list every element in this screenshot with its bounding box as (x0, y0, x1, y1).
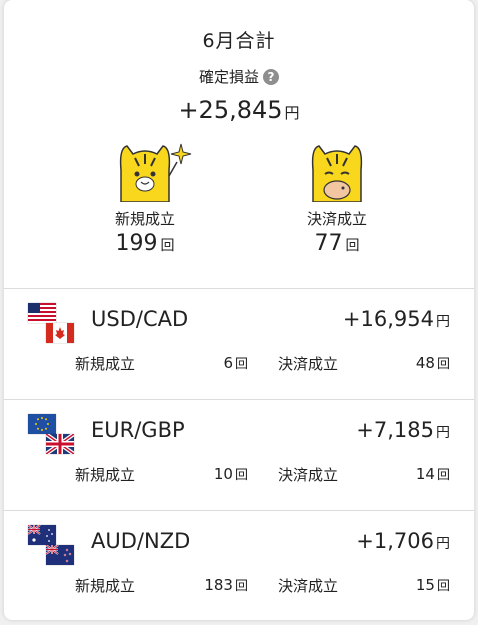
pair-profit: +16,954 円 (343, 307, 450, 331)
currency-unit: 円 (436, 314, 450, 330)
new-orders-label: 新規成立 (75, 466, 136, 484)
new-orders-value: 199 (115, 231, 158, 256)
realized-pl-total: +25,845 円 (4, 96, 474, 124)
australia-flag-icon (28, 525, 56, 545)
month-title: 6月合計 (202, 30, 276, 52)
new-orders-label: 新規成立 (75, 355, 136, 373)
us-flag-icon (28, 303, 56, 323)
settled-orders-label: 決済成立 (278, 466, 339, 484)
settled-orders-stat: 決済成立 77 回 (277, 140, 397, 256)
settled-orders-label: 決済成立 (278, 577, 339, 595)
settled-orders-value: 14 (415, 465, 435, 483)
count-unit: 回 (234, 579, 248, 594)
count-unit: 回 (436, 357, 450, 372)
realized-pl-label: 確定損益 (198, 68, 259, 86)
new-orders-value: 6 (223, 354, 233, 372)
settled-orders-value: 48 (415, 354, 435, 372)
count-unit: 回 (160, 238, 175, 254)
count-unit: 回 (436, 579, 450, 594)
question-icon[interactable]: ? (263, 69, 279, 85)
pair-profit: +1,706 円 (356, 529, 450, 553)
new-orders-count: 6回 (223, 353, 248, 372)
settled-orders-value: 77 (314, 231, 343, 256)
canada-flag-icon (46, 323, 74, 343)
monthly-summary-card: 6月合計 確定損益? +25,845 円 新規成立 199 回 決済成立 77 … (4, 0, 474, 620)
settled-orders-label: 決済成立 (306, 210, 367, 228)
new-orders-label: 新規成立 (75, 577, 136, 595)
new-orders-stat: 新規成立 199 回 (85, 140, 205, 256)
new-zealand-flag-icon (46, 545, 74, 565)
pair-name: EUR/GBP (91, 418, 185, 442)
settled-orders-count: 77 回 (277, 231, 397, 256)
count-unit: 回 (436, 468, 450, 483)
settled-orders-label: 決済成立 (278, 355, 339, 373)
count-unit: 回 (234, 357, 248, 372)
pair-flags (28, 414, 76, 454)
pair-profit-value: +1,706 (356, 529, 434, 553)
pair-flags (28, 303, 76, 343)
settled-orders-count: 15 回 (416, 575, 450, 594)
currency-pair-row[interactable]: EUR/GBP +7,185 円 新規成立 10 回 決済成立 14 回 (4, 400, 474, 511)
new-orders-value: 183 (204, 576, 233, 594)
currency-unit: 円 (436, 536, 450, 552)
count-unit: 回 (234, 468, 248, 483)
currency-unit: 円 (436, 425, 450, 441)
currency-pair-row[interactable]: USD/CAD +16,954 円 新規成立 6回 決済成立 48 回 (4, 289, 474, 400)
new-orders-count: 10 回 (214, 464, 248, 483)
pair-profit-value: +7,185 (356, 418, 434, 442)
pair-profit-value: +16,954 (342, 307, 434, 331)
currency-unit: 円 (284, 104, 300, 122)
pair-flags (28, 525, 76, 565)
pair-profit: +7,185 円 (356, 418, 450, 442)
settled-orders-count: 14 回 (416, 464, 450, 483)
realized-pl-row: 確定損益? (4, 66, 474, 87)
uk-flag-icon (46, 434, 74, 454)
eu-flag-icon (28, 414, 56, 434)
total-value: +25,845 (178, 96, 283, 124)
count-unit: 回 (345, 238, 360, 254)
summary-section: 6月合計 確定損益? +25,845 円 新規成立 199 回 決済成立 77 … (4, 0, 474, 289)
new-orders-count: 183 回 (204, 575, 248, 594)
tiger-piggy-bank-icon (311, 145, 363, 203)
settled-orders-count: 48 回 (416, 353, 450, 372)
settled-orders-value: 15 (415, 576, 435, 594)
currency-pair-row[interactable]: AUD/NZD +1,706 円 新規成立 183 回 決済成立 15 回 (4, 511, 474, 620)
new-orders-count: 199 回 (85, 231, 205, 256)
new-orders-value: 10 (213, 465, 233, 483)
new-orders-label: 新規成立 (114, 210, 175, 228)
pair-name: AUD/NZD (91, 529, 191, 553)
tiger-sparkle-icon (119, 143, 192, 203)
pair-name: USD/CAD (91, 307, 189, 331)
